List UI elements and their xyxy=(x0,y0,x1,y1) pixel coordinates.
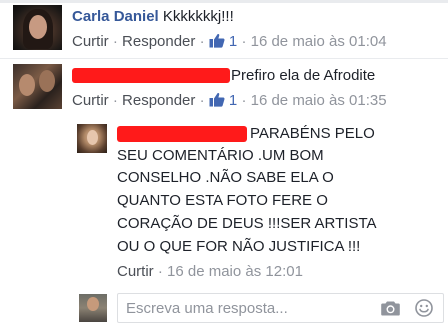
avatar[interactable] xyxy=(13,5,62,50)
separator: · xyxy=(199,33,205,50)
reply-button[interactable]: Responder xyxy=(122,33,195,50)
separator: · xyxy=(112,92,118,109)
comment-text: Prefiro ela de Afrodite xyxy=(231,67,376,84)
comment-actions: Curtir · Responder · 1 · 16 de maio às 0… xyxy=(72,33,387,51)
top-border xyxy=(0,0,448,3)
comment-text: Kkkkkkkj!!! xyxy=(162,8,234,25)
reply-composer[interactable] xyxy=(117,293,444,323)
timestamp[interactable]: 16 de maio às 01:04 xyxy=(251,33,387,50)
reply-actions: Curtir · 16 de maio às 12:01 xyxy=(117,263,303,281)
like-count[interactable]: 1 xyxy=(229,33,237,50)
comment-author[interactable]: Carla Daniel xyxy=(72,8,159,25)
separator: · xyxy=(199,92,205,109)
avatar[interactable] xyxy=(13,64,62,109)
redacted-author xyxy=(117,126,247,142)
comment-divider xyxy=(0,58,448,59)
like-button[interactable]: Curtir xyxy=(72,92,109,109)
avatar xyxy=(79,294,107,322)
smiley-icon[interactable] xyxy=(415,299,433,317)
redacted-author xyxy=(72,68,230,83)
timestamp[interactable]: 16 de maio às 01:35 xyxy=(251,92,387,109)
like-count[interactable]: 1 xyxy=(229,92,237,109)
thumbs-up-icon[interactable] xyxy=(209,92,225,107)
reply-button[interactable]: Responder xyxy=(122,92,195,109)
reply-text-line: SEU COMENTÁRIO .UM BOM xyxy=(117,147,324,164)
comment: Prefiro ela de Afrodite xyxy=(231,67,375,85)
camera-icon[interactable] xyxy=(381,300,400,316)
timestamp[interactable]: 16 de maio às 12:01 xyxy=(167,263,303,280)
avatar[interactable] xyxy=(77,124,107,153)
reply-text-line: PARABÉNS PELO xyxy=(250,125,375,142)
reply-input[interactable] xyxy=(126,298,366,318)
separator: · xyxy=(241,92,247,109)
comment: Carla Daniel Kkkkkkkj!!! xyxy=(72,8,234,26)
separator: · xyxy=(157,263,163,280)
reply-text-line: QUANTO ESTA FOTO FERE O xyxy=(117,192,328,209)
reply-text-line: OU O QUE FOR NÃO JUSTIFICA !!! xyxy=(117,238,361,255)
like-button[interactable]: Curtir xyxy=(72,33,109,50)
separator: · xyxy=(241,33,247,50)
reply-text-line: CONSELHO .NÃO SABE ELA O xyxy=(117,169,334,186)
reply-text-line: CORAÇÃO DE DEUS !!!SER ARTISTA xyxy=(117,215,377,232)
like-button[interactable]: Curtir xyxy=(117,263,154,280)
separator: · xyxy=(112,33,118,50)
comment-actions: Curtir · Responder · 1 · 16 de maio às 0… xyxy=(72,92,387,110)
thumbs-up-icon[interactable] xyxy=(209,33,225,48)
